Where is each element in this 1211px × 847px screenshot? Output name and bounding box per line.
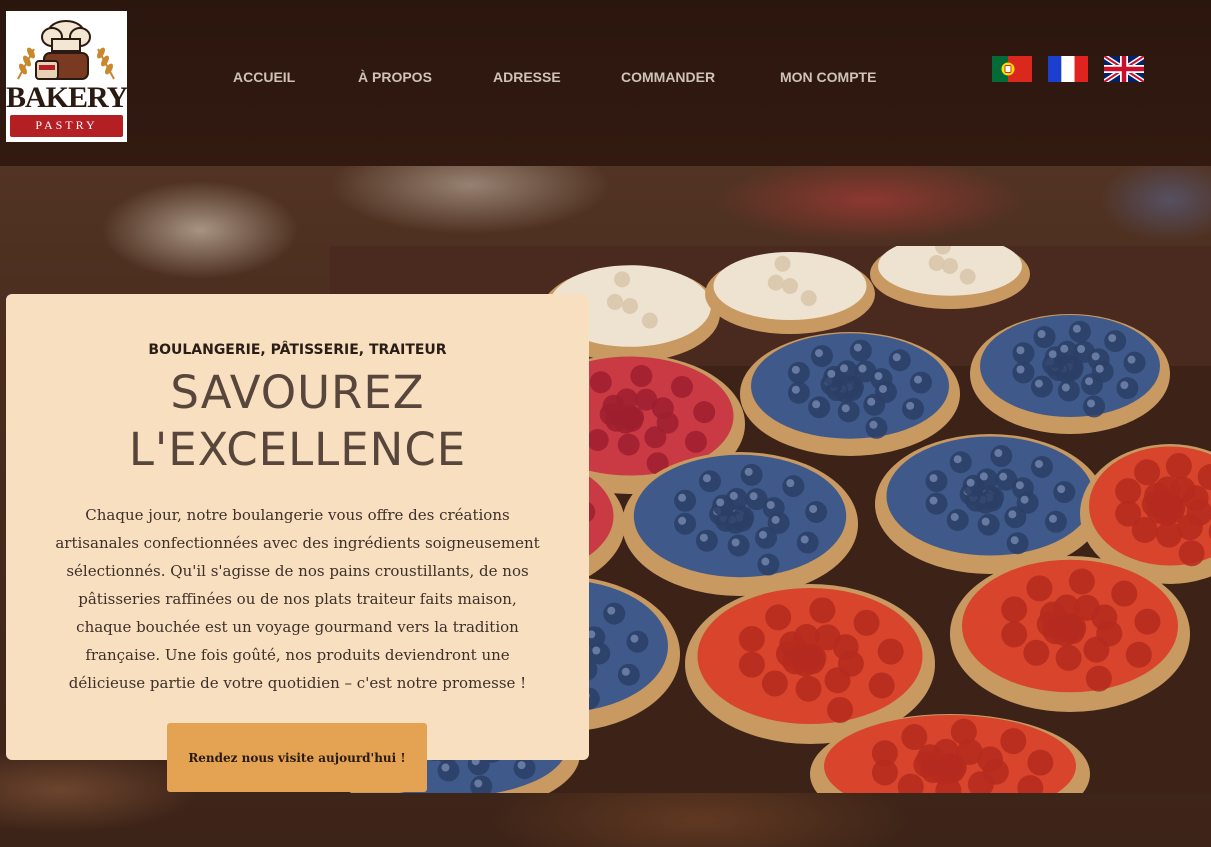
portugal-flag-icon[interactable] bbox=[992, 56, 1032, 82]
hero-headline-line2: L'EXCELLENCE bbox=[128, 423, 467, 476]
nav-item-a-propos[interactable]: À PROPOS bbox=[358, 66, 432, 88]
logo-subtitle: PASTRY bbox=[35, 118, 98, 132]
hero-tagline: BOULANGERIE, PÂTISSERIE, TRAITEUR bbox=[148, 342, 447, 358]
bakery-logo[interactable]: BAKERY PASTRY bbox=[6, 11, 127, 142]
nav-item-accueil[interactable]: ACCUEIL bbox=[233, 66, 295, 88]
france-flag-icon[interactable] bbox=[1048, 56, 1088, 82]
hero-headline-line1: SAVOUREZ bbox=[170, 366, 425, 419]
hero-headline: SAVOUREZ L'EXCELLENCE bbox=[6, 364, 589, 478]
nav-item-adresse[interactable]: ADRESSE bbox=[493, 66, 561, 88]
visit-today-button[interactable]: Rendez nous visite aujourd'hui ! bbox=[167, 723, 427, 792]
uk-flag-icon[interactable] bbox=[1104, 56, 1144, 82]
nav-item-mon-compte[interactable]: MON COMPTE bbox=[780, 66, 876, 88]
hero-card: BOULANGERIE, PÂTISSERIE, TRAITEUR SAVOUR… bbox=[6, 294, 589, 760]
logo-wordmark: BAKERY bbox=[6, 81, 127, 114]
site-header: BAKERY PASTRY ACCUEIL À PROPOS ADRESSE C… bbox=[0, 0, 1211, 166]
hero-description: Chaque jour, notre boulangerie vous offr… bbox=[55, 506, 540, 692]
nav-item-commander[interactable]: COMMANDER bbox=[621, 66, 715, 88]
